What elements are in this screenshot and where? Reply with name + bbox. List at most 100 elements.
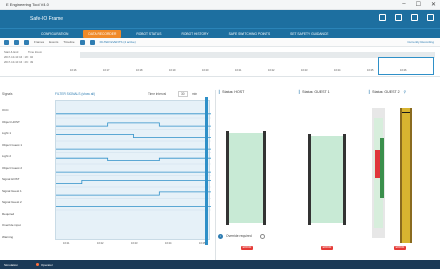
override-required-text: Override required — [226, 234, 252, 238]
screen-icon[interactable] — [379, 14, 386, 21]
host-light-curtain — [226, 131, 266, 225]
signal-plot[interactable] — [55, 100, 211, 240]
plot-x-axis: 16:21 16:22 16:23 16:24 16:25 — [55, 242, 210, 248]
signal-name[interactable]: Object HOST — [2, 120, 20, 124]
status-guest2-title: ┃ Status: GUEST 2 ⚲ — [368, 90, 407, 94]
x-axis-tick: 16:25 — [199, 242, 206, 245]
operator-dot-icon — [36, 262, 40, 266]
close-panel-icon[interactable] — [395, 14, 402, 21]
timeline-time-label: 16:18 — [136, 69, 143, 72]
status-guest1-panel: ┃ Status: GUEST 1 ERROR — [298, 90, 364, 260]
signal-name[interactable]: Signal HOST — [2, 177, 20, 181]
timeline-time-label: 16:16 — [70, 69, 77, 72]
timeline-time-label: 16:26 — [400, 69, 407, 72]
statusbar: Simulation Operator — [0, 260, 440, 269]
tab-robot-history[interactable]: ROBOT HISTORY — [176, 30, 213, 38]
record-icon[interactable] — [14, 39, 19, 45]
interval-value[interactable]: 30 — [178, 91, 188, 97]
x-axis-tick: 16:23 — [131, 242, 138, 245]
status-host-title: ┃ Status: HOST — [218, 90, 245, 94]
zoom-in-icon[interactable] — [79, 39, 85, 45]
status-guest2-panel: ┃ Status: GUEST 2 ⚲ ERROR — [368, 90, 438, 260]
light-curtain-icon: ┃ — [218, 90, 221, 94]
app-brand: Safe-IO Frame — [30, 16, 64, 22]
tab-data-recorder[interactable]: DATA RECORDER — [83, 29, 122, 38]
timeline-time-label: 16:24 — [334, 69, 341, 72]
signal-name[interactable]: Light 1 — [2, 131, 11, 135]
timeline-time-label: 16:20 — [202, 69, 209, 72]
override-toggle-icon[interactable] — [259, 233, 265, 239]
events-label: Events — [49, 40, 59, 44]
recording-status: Currently Recording — [407, 40, 434, 44]
zoom-icon[interactable]: ⚲ — [404, 90, 407, 94]
timeline-time-label: 16:22 — [268, 69, 275, 72]
timeline-time-label: 16:17 — [103, 69, 110, 72]
signal-trace — [56, 134, 211, 138]
timeline-time-label: 16:19 — [169, 69, 176, 72]
filter-signals-button[interactable]: FILTER SIGNALS (show all) — [55, 92, 95, 96]
interval-unit[interactable]: min — [192, 92, 197, 96]
menu-icon[interactable] — [427, 14, 434, 21]
recorder-toolbar: Frames Events Timeline FILTER EVENTS (4 … — [0, 38, 440, 47]
statusbar-operator: Operator — [36, 262, 53, 267]
signal-name[interactable]: Signal Guest 1 — [2, 189, 22, 193]
guest2-light-curtain — [372, 108, 412, 243]
timeline-label: Timeline — [63, 40, 75, 44]
signals-header: Signals FILTER SIGNALS (show all) Time i… — [0, 90, 215, 98]
x-axis-tick: 16:24 — [165, 242, 172, 245]
time-interval-label: Time interval — [148, 92, 167, 96]
signal-name[interactable]: Warning — [2, 235, 13, 239]
maximize-button[interactable]: ☐ — [416, 1, 421, 8]
window-controls: – ☐ ✕ — [402, 1, 436, 8]
guest1-error-badge: ERROR — [321, 246, 333, 250]
timeline-start: 2017-10-10 16 : 18 : 02 — [4, 55, 34, 59]
tab-robot-status[interactable]: ROBOT STATUS — [131, 30, 166, 38]
signal-name[interactable]: Signal Guest 2 — [2, 200, 22, 204]
app-header: Safe-IO Frame — [0, 10, 440, 28]
window-titlebar: E Engineering Tool V4.0 – ☐ ✕ — [0, 0, 440, 10]
override-required-notice: i Override required — [218, 232, 294, 240]
signal-name[interactable]: Light 2 — [2, 154, 11, 158]
zoom-out-icon[interactable] — [89, 39, 95, 45]
tab-configuration[interactable]: CONFIGURATION — [36, 30, 73, 38]
header-icons — [379, 14, 434, 21]
pane-divider[interactable] — [215, 90, 216, 260]
status-guest1-title: ┃ Status: GUEST 1 — [298, 90, 330, 94]
timeline-time-label: 16:21 — [235, 69, 242, 72]
signal-list: OCC Object HOST Light 1 Object Guest 1 Light… — [0, 100, 50, 240]
statusbar-simulation: Simulation — [4, 262, 19, 267]
signal-name[interactable]: Override input — [2, 223, 21, 227]
tab-set-safety-guidance[interactable]: SET SAFETY GUIDANCE — [285, 30, 333, 38]
minimize-button[interactable]: – — [402, 1, 405, 8]
save-icon[interactable] — [24, 39, 29, 45]
help-icon[interactable] — [411, 14, 418, 21]
signal-name[interactable]: OCC — [2, 108, 9, 112]
tab-safe-switching-points[interactable]: SAFE SWITCHING POINTS — [224, 30, 276, 38]
info-icon: i — [218, 233, 223, 239]
filter-events-button[interactable]: FILTER EVENTS (4 active) — [100, 40, 136, 44]
signal-trace — [56, 157, 211, 161]
timeline-end: 2017-10-10 16 : 29 : 49 — [4, 60, 34, 64]
stop-icon[interactable] — [4, 39, 9, 45]
timeline-label-start: Start & End — [4, 50, 19, 54]
signals-label: Signals — [2, 92, 13, 96]
signal-traces — [56, 113, 211, 211]
signal-name[interactable]: Object Guest 2 — [2, 166, 22, 170]
timeline-time-label: 16:25 — [367, 69, 374, 72]
close-button[interactable]: ✕ — [431, 1, 436, 8]
time-cursor[interactable] — [205, 97, 208, 245]
host-error-badge: ERROR — [241, 246, 253, 250]
guest2-error-badge: ERROR — [394, 246, 406, 250]
timeline-times: 16:16 16:17 16:18 16:19 16:20 16:21 16:22 16:23… — [70, 69, 435, 74]
signal-trace — [56, 191, 211, 196]
signal-name[interactable]: Object Guest 1 — [2, 143, 22, 147]
timeline-strip: Start & End Time Zoom 2017-10-10 16 : 18… — [0, 47, 440, 77]
signal-trace — [56, 122, 211, 127]
signal-trace — [56, 180, 211, 184]
frames-label: Frames — [34, 40, 45, 44]
timeline-label-zoom: Time Zoom — [28, 50, 43, 54]
x-axis-tick: 16:22 — [97, 242, 104, 245]
signal-name[interactable]: Required — [2, 212, 14, 216]
guest1-light-curtain — [308, 134, 346, 225]
timeline-time-label: 16:23 — [301, 69, 308, 72]
